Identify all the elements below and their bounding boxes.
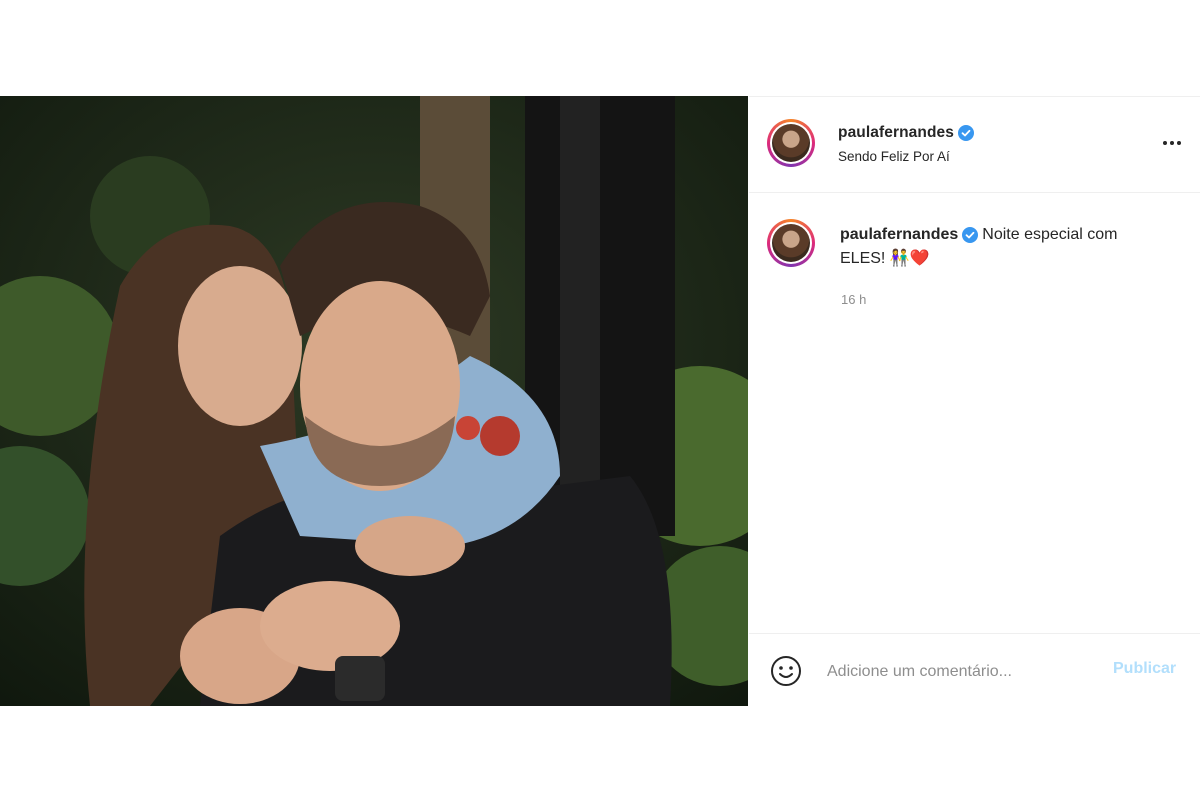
more-options-button[interactable] xyxy=(1160,133,1184,153)
caption-username[interactable]: paulafernandes xyxy=(840,226,958,243)
post-details-panel: paulafernandes Sendo Feliz Por Aí paulaf… xyxy=(749,96,1200,707)
verified-badge-icon xyxy=(957,124,974,141)
comment-input[interactable] xyxy=(825,658,1099,686)
author-avatar[interactable] xyxy=(767,119,815,167)
author-username-row[interactable]: paulafernandes xyxy=(838,124,974,142)
post-timestamp[interactable]: 16 h xyxy=(841,292,866,307)
photo-couple-illustration xyxy=(0,96,748,706)
post-caption: paulafernandes Noite especial com ELES! … xyxy=(840,223,1140,271)
avatar-image xyxy=(772,124,810,162)
avatar-image xyxy=(772,224,810,262)
smiley-icon[interactable] xyxy=(769,654,803,688)
post-header: paulafernandes Sendo Feliz Por Aí xyxy=(749,97,1200,193)
author-username[interactable]: paulafernandes xyxy=(838,124,954,141)
verified-badge-icon xyxy=(962,226,979,243)
caption-emojis: 👫❤️ xyxy=(889,250,930,267)
dot-icon xyxy=(1170,141,1174,145)
post-photo[interactable] xyxy=(0,96,748,706)
dot-icon xyxy=(1177,141,1181,145)
publish-button[interactable]: Publicar xyxy=(1113,660,1176,678)
caption-avatar[interactable] xyxy=(767,219,815,267)
comment-bar: Publicar xyxy=(749,633,1200,708)
post-location[interactable]: Sendo Feliz Por Aí xyxy=(838,149,950,164)
dot-icon xyxy=(1163,141,1167,145)
